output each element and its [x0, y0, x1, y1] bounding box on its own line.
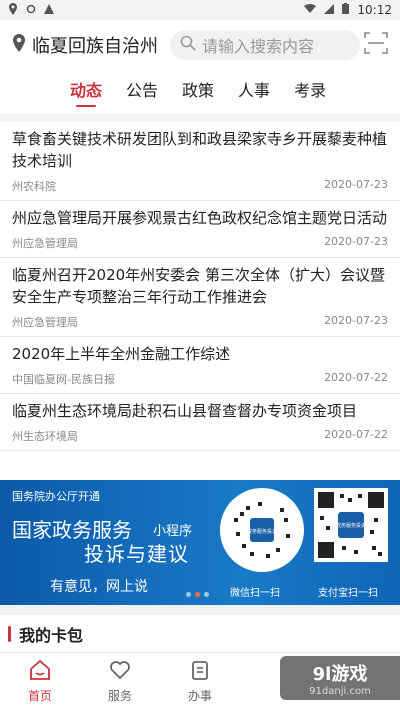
settings-icon — [26, 3, 36, 17]
search-placeholder: 请输入搜索内容 — [202, 37, 315, 56]
promo-banner[interactable]: 国务院办公厅开通 国家政务服务 小程序 投诉与建议 有意见，网上说 政务服务投诉 — [0, 480, 400, 605]
news-title: 临夏州召开2020年州安委会 第三次全体（扩大）会议暨安全生产专项整治三年行动工… — [12, 266, 385, 306]
banner-subtitle: 投诉与建议 — [84, 542, 189, 566]
carousel-dots — [186, 592, 209, 597]
clipboard-icon — [189, 659, 211, 685]
search-icon — [180, 35, 196, 55]
site-watermark: 9l游戏 91danji.com — [280, 656, 400, 700]
card-section-header: 我的卡包 — [0, 615, 400, 653]
tab-announcement[interactable]: 公告 — [126, 77, 158, 107]
category-tabs: 动态 公告 政策 人事 考录 — [0, 70, 400, 114]
qr-a-center-text: 政务服务投诉 — [247, 528, 277, 535]
nav-home[interactable]: 首页 — [0, 659, 80, 704]
alipay-qr-code: 政务服务投诉 — [314, 488, 388, 562]
location-pin-icon — [12, 34, 26, 56]
news-date: 2020-07-22 — [324, 371, 388, 384]
news-source: 州应急管理局 — [12, 237, 78, 250]
scan-icon — [364, 32, 388, 58]
location-pin-icon — [8, 2, 18, 18]
banner-mini-program: 小程序 — [153, 524, 193, 539]
battery-icon — [342, 3, 350, 17]
nav-service[interactable]: 服务 — [80, 659, 160, 704]
qr-b-center-text: 政务服务投诉 — [336, 522, 366, 529]
carousel-dot[interactable] — [186, 592, 191, 597]
news-list: 草食畜关键技术研发团队到和政县梁家寺乡开展藜麦种植技术培训 州农科院 2020-… — [0, 122, 400, 451]
heart-icon — [109, 659, 131, 685]
banner-slogan: 有意见，网上说 — [50, 579, 148, 595]
banner-top-text: 国务院办公厅开通 — [12, 490, 100, 503]
news-item[interactable]: 2020年上半年全州金融工作综述 中国临夏网-民族日报 2020-07-22 — [0, 337, 400, 394]
news-date: 2020-07-23 — [324, 235, 388, 248]
news-item[interactable]: 临夏州召开2020年州安委会 第三次全体（扩大）会议暨安全生产专项整治三年行动工… — [0, 258, 400, 337]
card-section-title: 我的卡包 — [19, 626, 84, 645]
section-accent-bar — [8, 626, 11, 642]
news-item[interactable]: 临夏州生态环境局赴积石山县督查督办专项资金项目 州生态环境局 2020-07-2… — [0, 394, 400, 451]
news-title: 2020年上半年全州金融工作综述 — [12, 345, 231, 363]
carousel-dot[interactable] — [204, 592, 209, 597]
news-source: 州农科院 — [12, 180, 56, 193]
location-selector[interactable]: 临夏回族自治州 — [12, 32, 158, 58]
location-label: 临夏回族自治州 — [32, 36, 158, 57]
scan-button[interactable] — [364, 32, 388, 58]
news-source: 中国临夏网-民族日报 — [12, 373, 115, 386]
news-title: 临夏州生态环境局赴积石山县督查督办专项资金项目 — [12, 402, 358, 420]
wechat-qr-code: 政务服务投诉 — [220, 488, 304, 572]
watermark-sub: 91danji.com — [309, 685, 371, 697]
home-icon — [29, 659, 51, 685]
status-time: 10:12 — [357, 3, 392, 17]
news-date: 2020-07-22 — [324, 428, 388, 441]
signal-icon — [324, 3, 335, 17]
news-source: 州应急管理局 — [12, 316, 78, 329]
tab-personnel[interactable]: 人事 — [238, 77, 270, 107]
warning-icon — [44, 3, 54, 17]
section-divider — [0, 605, 400, 615]
tab-exam[interactable]: 考录 — [294, 77, 326, 107]
news-date: 2020-07-23 — [324, 314, 388, 327]
wifi-icon — [304, 3, 317, 17]
section-divider — [0, 114, 400, 122]
nav-affairs[interactable]: 办事 — [160, 659, 240, 704]
news-item[interactable]: 草食畜关键技术研发团队到和政县梁家寺乡开展藜麦种植技术培训 州农科院 2020-… — [0, 122, 400, 201]
nav-service-label: 服务 — [107, 689, 132, 703]
news-date: 2020-07-23 — [324, 178, 388, 191]
watermark-main: 9l游戏 — [312, 663, 368, 685]
search-input[interactable]: 请输入搜索内容 — [170, 30, 360, 60]
tab-policy[interactable]: 政策 — [182, 77, 214, 107]
news-item[interactable]: 州应急管理局开展参观景古红色政权纪念馆主题党日活动 州应急管理局 2020-07… — [0, 201, 400, 258]
carousel-dot[interactable] — [195, 592, 200, 597]
alipay-scan-label: 支付宝扫一扫 — [318, 588, 378, 599]
news-title: 州应急管理局开展参观景古红色政权纪念馆主题党日活动 — [12, 209, 388, 227]
news-source: 州生态环境局 — [12, 430, 78, 443]
nav-affairs-label: 办事 — [187, 689, 212, 703]
news-title: 草食畜关键技术研发团队到和政县梁家寺乡开展藜麦种植技术培训 — [12, 130, 388, 170]
status-bar: 10:12 — [0, 0, 400, 20]
top-header: 临夏回族自治州 请输入搜索内容 — [0, 20, 400, 70]
tab-dynamic[interactable]: 动态 — [70, 77, 102, 107]
nav-home-label: 首页 — [27, 689, 52, 703]
wechat-scan-label: 微信扫一扫 — [230, 588, 280, 599]
